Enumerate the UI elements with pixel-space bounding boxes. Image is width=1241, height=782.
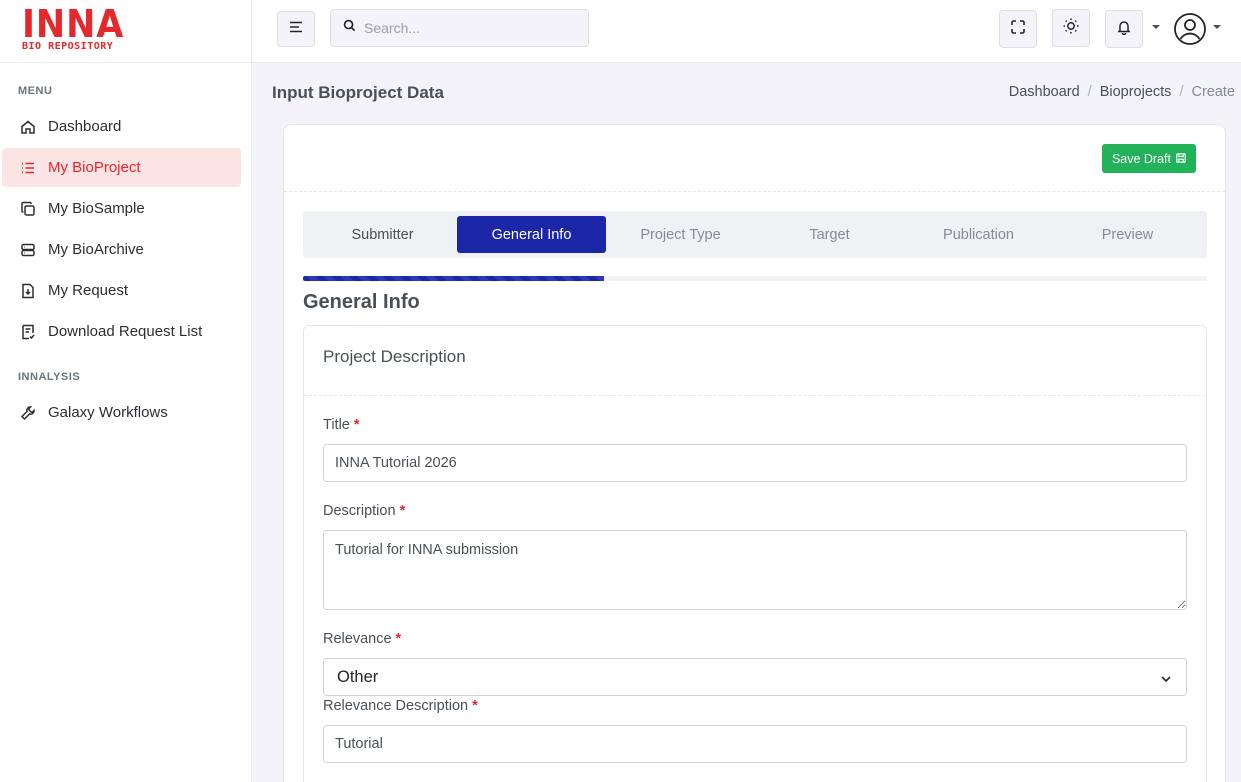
search-input[interactable] bbox=[364, 20, 584, 36]
file-list-icon bbox=[20, 324, 36, 340]
bioproject-form-card: Save Draft Submitter General Info Projec… bbox=[283, 124, 1226, 782]
tab-project-type[interactable]: Project Type bbox=[606, 216, 755, 253]
wizard-steps: Submitter General Info Project Type Targ… bbox=[303, 211, 1207, 258]
title-input[interactable] bbox=[323, 444, 1187, 482]
server-icon bbox=[20, 242, 36, 258]
relevance-select[interactable]: Other bbox=[323, 658, 1187, 696]
title-label-text: Title bbox=[323, 417, 350, 433]
save-draft-button[interactable]: Save Draft bbox=[1101, 144, 1196, 173]
title-label: Title * bbox=[323, 417, 360, 433]
sidebar-item-label: My BioSample bbox=[48, 200, 145, 217]
topbar bbox=[252, 0, 1241, 63]
bell-icon bbox=[1116, 19, 1132, 40]
description-label: Description * bbox=[323, 503, 405, 519]
breadcrumb-item-bioprojects[interactable]: Bioprojects bbox=[1100, 84, 1172, 100]
search-icon bbox=[343, 19, 356, 37]
tools-icon bbox=[20, 405, 36, 421]
tab-target[interactable]: Target bbox=[755, 216, 904, 253]
sidebar-item-label: My BioArchive bbox=[48, 241, 144, 258]
copy-icon bbox=[20, 201, 36, 217]
chevron-down-icon[interactable] bbox=[1152, 25, 1160, 29]
save-draft-label: Save Draft bbox=[1111, 151, 1171, 166]
user-avatar-icon bbox=[1173, 13, 1207, 50]
sidebar-item-label: Dashboard bbox=[48, 118, 122, 135]
section-title: General Info bbox=[303, 291, 420, 313]
breadcrumb-separator: / bbox=[1179, 84, 1184, 100]
required-mark: * bbox=[472, 698, 478, 714]
sidebar-item-my-bioarchive[interactable]: My BioArchive bbox=[2, 230, 241, 269]
fullscreen-button[interactable] bbox=[999, 10, 1037, 48]
menu-section-title: MENU bbox=[18, 85, 53, 97]
sidebar-item-download-request-list[interactable]: Download Request List bbox=[2, 312, 241, 351]
search-box[interactable] bbox=[330, 9, 589, 47]
sidebar-item-label: My Request bbox=[48, 282, 129, 299]
wizard-progress-bar bbox=[303, 276, 1207, 281]
page-title: Input Bioproject Data bbox=[272, 83, 444, 102]
tab-submitter[interactable]: Submitter bbox=[308, 216, 457, 253]
required-mark: * bbox=[353, 417, 360, 433]
chevron-down-icon[interactable] bbox=[1213, 25, 1221, 29]
tab-publication[interactable]: Publication bbox=[904, 216, 1053, 253]
theme-toggle-button[interactable] bbox=[1052, 9, 1090, 47]
sidebar: INNA BIO REPOSITORY MENU Dashboard My Bi… bbox=[0, 0, 252, 782]
list-icon bbox=[20, 160, 36, 176]
tab-general-info[interactable]: General Info bbox=[457, 216, 606, 253]
relevance-description-label: Relevance Description * bbox=[323, 698, 478, 714]
brand-name: INNA bbox=[22, 2, 125, 46]
user-avatar[interactable] bbox=[1173, 12, 1207, 46]
breadcrumb: Dashboard / Bioprojects / Create bbox=[1009, 84, 1235, 100]
breadcrumb-item-dashboard[interactable]: Dashboard bbox=[1009, 84, 1080, 100]
file-download-icon bbox=[20, 283, 36, 299]
relevance-description-label-text: Relevance Description bbox=[323, 698, 469, 714]
description-label-text: Description bbox=[323, 503, 396, 519]
sidebar-item-dashboard[interactable]: Dashboard bbox=[2, 107, 241, 146]
sidebar-item-my-request[interactable]: My Request bbox=[2, 271, 241, 310]
sidebar-item-label: Galaxy Workflows bbox=[48, 404, 168, 421]
sidebar-item-my-biosample[interactable]: My BioSample bbox=[2, 189, 241, 228]
relevance-label-text: Relevance bbox=[323, 631, 392, 647]
card-header: Save Draft bbox=[284, 125, 1225, 192]
sidebar-item-label: Download Request List bbox=[48, 323, 203, 340]
sidebar-item-label: My BioProject bbox=[48, 159, 141, 176]
relevance-description-input[interactable] bbox=[323, 725, 1187, 763]
tab-preview[interactable]: Preview bbox=[1053, 216, 1202, 253]
brand-logo[interactable]: INNA BIO REPOSITORY bbox=[0, 0, 251, 63]
sidebar-item-my-bioproject[interactable]: My BioProject bbox=[2, 148, 241, 187]
home-icon bbox=[20, 119, 36, 135]
innalysis-section-title: INNALYSIS bbox=[18, 371, 81, 383]
breadcrumb-item-current: Create bbox=[1191, 84, 1235, 100]
project-description-title: Project Description bbox=[304, 326, 1206, 396]
sidebar-item-galaxy-workflows[interactable]: Galaxy Workflows bbox=[2, 393, 241, 432]
menu-icon bbox=[288, 20, 304, 39]
notifications-button[interactable] bbox=[1105, 10, 1143, 48]
chevron-down-icon bbox=[1160, 671, 1172, 690]
relevance-selected-value: Other bbox=[337, 667, 379, 686]
required-mark: * bbox=[395, 631, 402, 647]
relevance-label: Relevance * bbox=[323, 631, 401, 647]
menu-toggle-button[interactable] bbox=[277, 11, 315, 47]
wizard-progress-fill bbox=[303, 276, 605, 281]
project-description-card: Project Description Title * Description … bbox=[303, 325, 1207, 782]
fullscreen-icon bbox=[1010, 19, 1026, 40]
breadcrumb-separator: / bbox=[1087, 84, 1092, 100]
description-textarea[interactable]: Tutorial for INNA submission bbox=[323, 530, 1187, 610]
sun-icon bbox=[1062, 17, 1080, 40]
required-mark: * bbox=[399, 503, 406, 519]
save-icon bbox=[1176, 152, 1186, 166]
